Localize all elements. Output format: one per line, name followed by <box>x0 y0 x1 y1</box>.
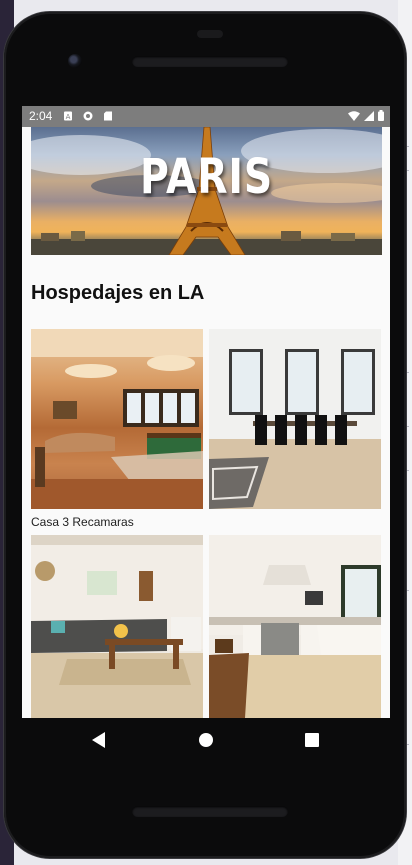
listing-card-1[interactable] <box>31 329 203 509</box>
svg-text:A: A <box>66 113 71 121</box>
listing-card-3[interactable] <box>31 535 203 718</box>
app-notification-icon <box>83 111 93 121</box>
top-speaker <box>132 56 288 67</box>
status-icons-right <box>348 110 384 121</box>
listing-card-4[interactable] <box>209 535 381 718</box>
status-time: 2:04 <box>29 109 53 123</box>
section-title: Hospedajes en LA <box>31 282 205 304</box>
recents-icon[interactable] <box>305 733 319 747</box>
white-kitchen-photo <box>209 535 381 718</box>
hero-title: PARIS <box>139 149 274 205</box>
battery-icon <box>378 110 384 121</box>
hero-banner[interactable]: PARIS <box>31 127 382 255</box>
cell-signal-icon <box>364 110 374 121</box>
cozy-living-room-photo <box>31 535 203 718</box>
living-room-pool-table-photo <box>31 329 203 509</box>
listing-card-2[interactable] <box>209 329 381 509</box>
nav-bar <box>22 718 390 764</box>
back-icon[interactable] <box>92 732 105 748</box>
wifi-icon <box>348 110 360 121</box>
earpiece <box>197 30 223 38</box>
status-bar: 2:04 A <box>22 106 390 127</box>
bottom-speaker <box>132 806 288 817</box>
app-screen: 2:04 A PARIS Hospedajes en LA Casa 3 Rec… <box>22 106 390 718</box>
listing-caption-1: Casa 3 Recamaras <box>31 515 134 529</box>
sim-card-icon: A <box>64 111 72 121</box>
sd-card-icon <box>104 111 112 121</box>
front-camera <box>68 54 82 68</box>
home-icon[interactable] <box>199 733 213 747</box>
white-loft-dining-photo <box>209 329 381 509</box>
